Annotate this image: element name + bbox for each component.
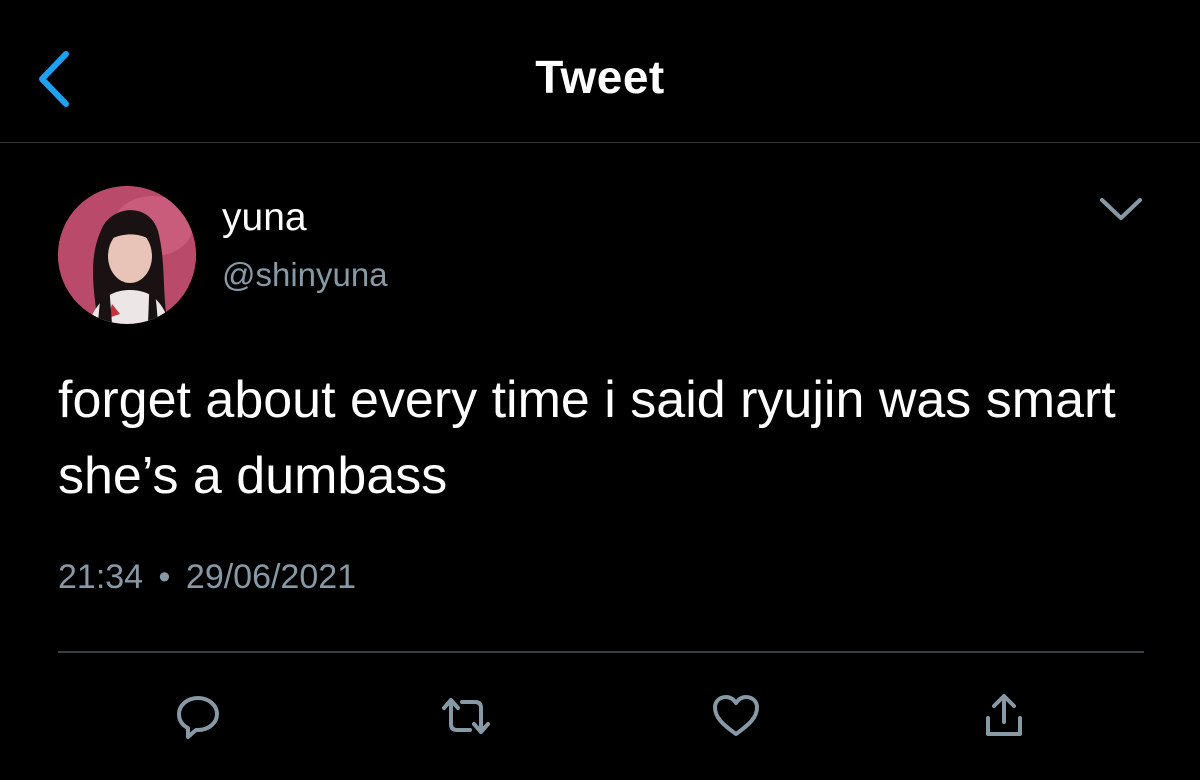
tweet-text: forget about every time i said ryujin wa… xyxy=(58,371,1116,505)
heart-icon xyxy=(713,695,759,736)
more-options-button[interactable] xyxy=(1096,192,1146,224)
reply-icon xyxy=(177,696,219,739)
profile-photo xyxy=(58,186,196,324)
meta-separator: • xyxy=(158,558,171,596)
reply-button[interactable] xyxy=(168,686,228,746)
share-icon xyxy=(986,694,1022,736)
top-nav-bar: Tweet xyxy=(0,0,1200,143)
avatar[interactable] xyxy=(58,186,196,324)
retweet-icon xyxy=(442,698,490,734)
author-handle[interactable]: @shinyuna xyxy=(222,256,388,294)
chevron-down-icon xyxy=(1100,198,1142,220)
author-name[interactable]: yuna xyxy=(222,196,307,240)
tweet-time: 21:34 xyxy=(58,558,144,596)
tweet-detail-screen: Tweet yuna @shinyuna forget about every … xyxy=(0,0,1200,780)
page-title: Tweet xyxy=(535,51,665,103)
retweet-button[interactable] xyxy=(436,686,496,746)
header-divider xyxy=(0,142,1200,143)
share-button[interactable] xyxy=(974,686,1034,746)
like-button[interactable] xyxy=(706,686,766,746)
tweet-date: 29/06/2021 xyxy=(185,558,357,596)
tweet-timestamp: 21:34 • 29/06/2021 xyxy=(58,558,356,597)
actions-divider xyxy=(58,651,1144,653)
